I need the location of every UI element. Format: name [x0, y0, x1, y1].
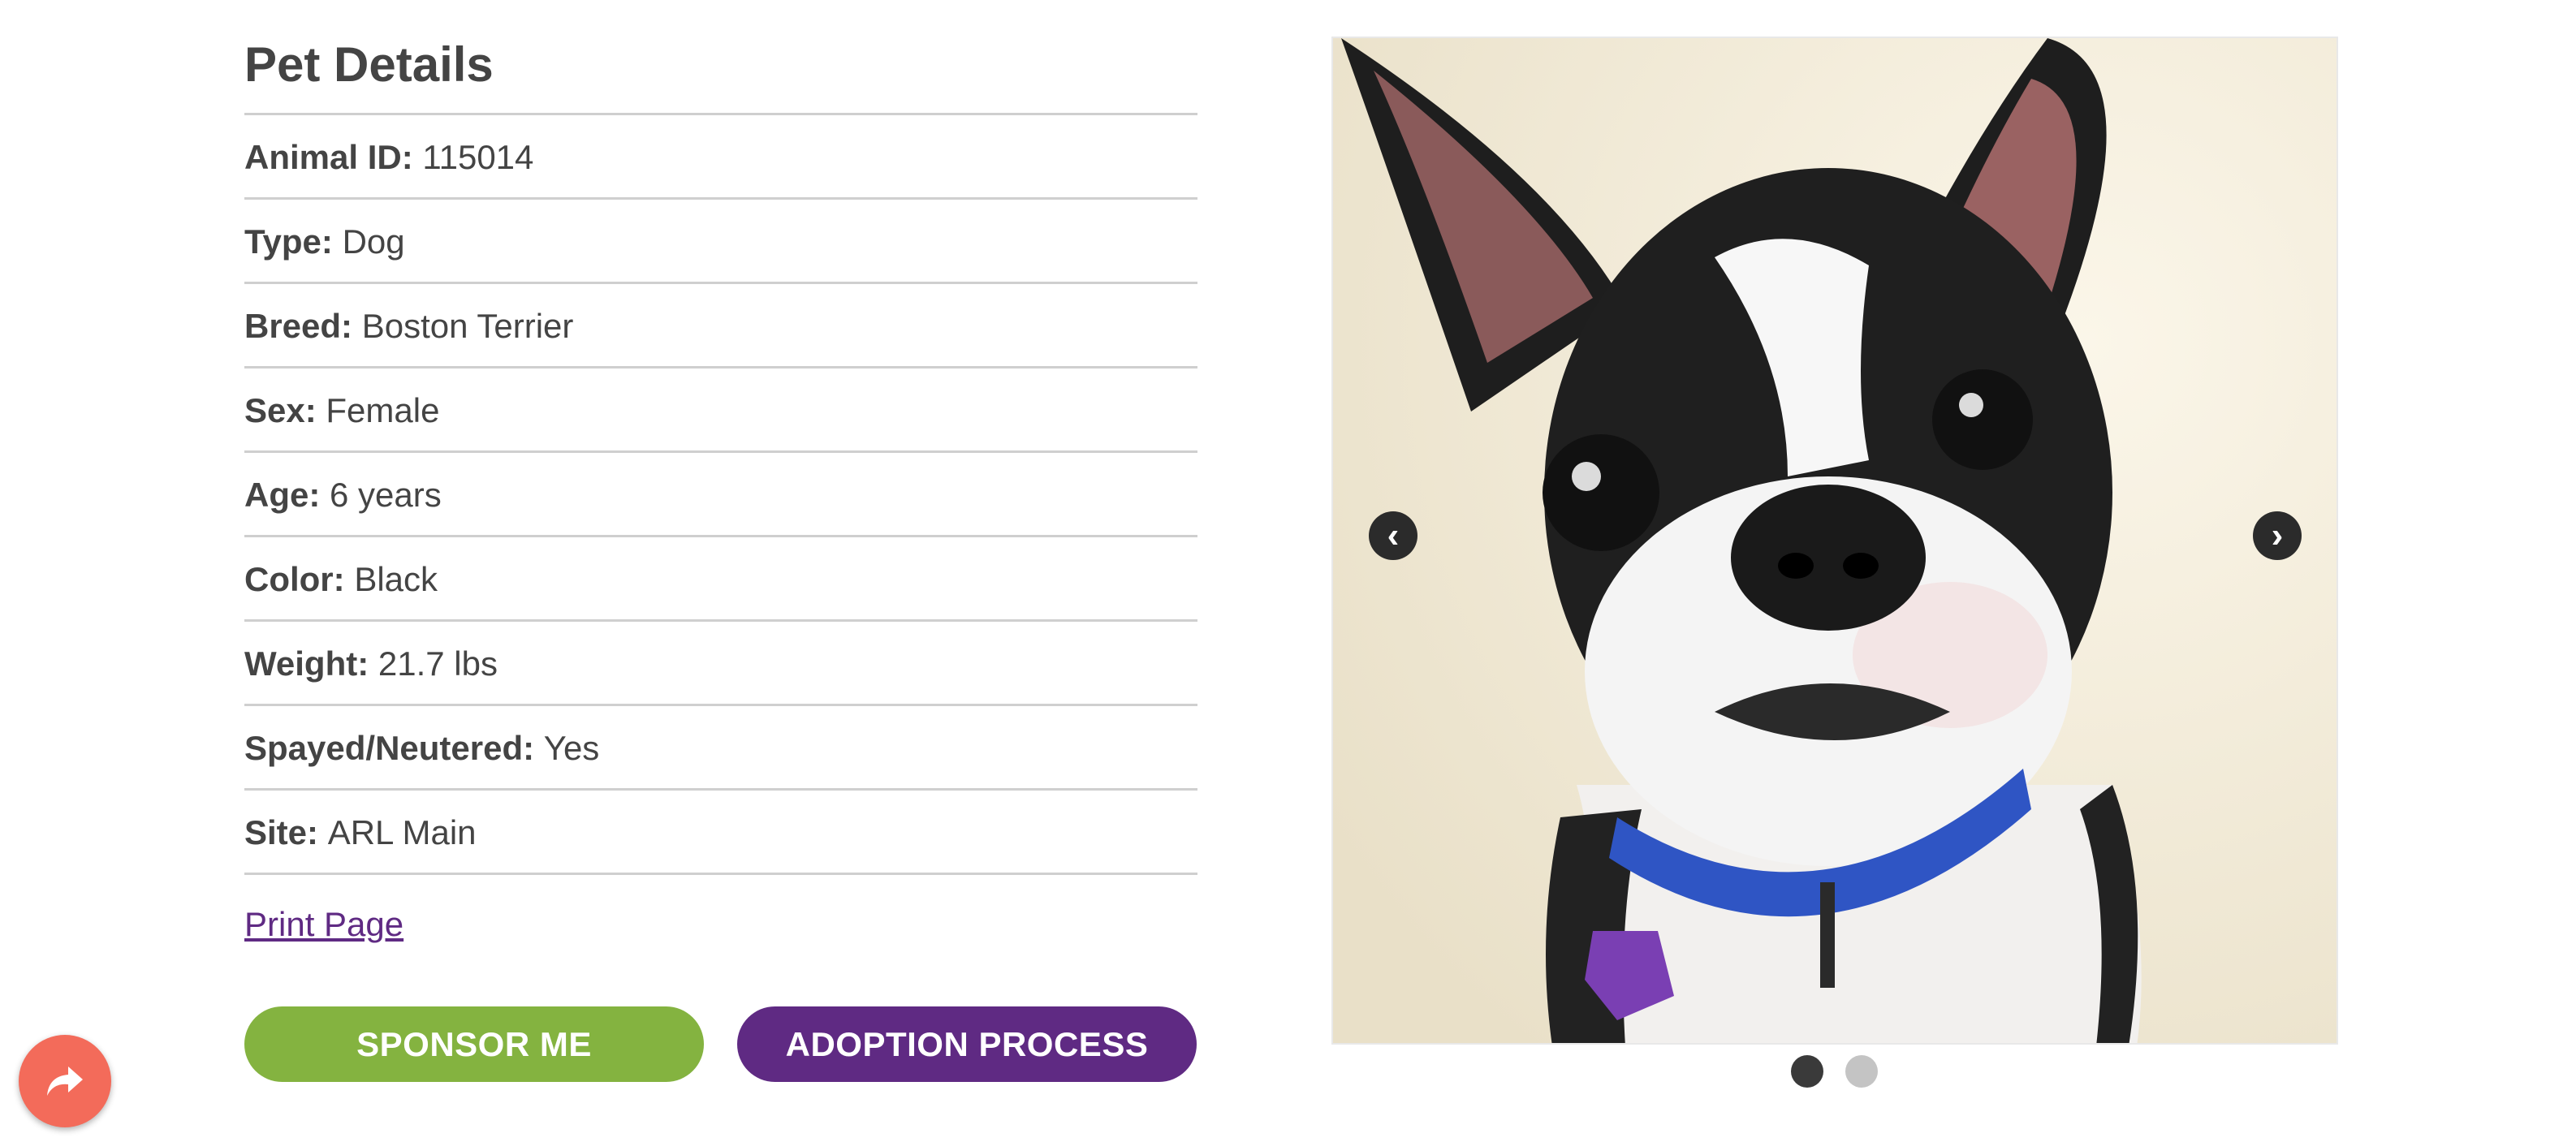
slider-dot-1[interactable] [1791, 1055, 1823, 1088]
detail-label: Type: [244, 222, 343, 261]
detail-value: Yes [543, 729, 600, 767]
detail-row-site: Site: ARL Main [244, 791, 1197, 875]
detail-value: Female [326, 391, 440, 429]
detail-label: Color: [244, 560, 355, 598]
detail-label: Age: [244, 476, 330, 514]
page-title: Pet Details [244, 24, 1197, 115]
detail-value: Boston Terrier [361, 307, 574, 345]
detail-value: Black [354, 560, 438, 598]
detail-label: Animal ID: [244, 138, 423, 176]
detail-value: 6 years [330, 476, 442, 514]
share-button[interactable] [19, 1035, 111, 1127]
pet-details-panel: Pet Details Animal ID: 115014 Type: Dog … [244, 24, 1197, 875]
share-arrow-icon [47, 1067, 83, 1096]
pet-photo [1333, 38, 2337, 1043]
detail-row-sex: Sex: Female [244, 368, 1197, 453]
detail-value: 115014 [422, 138, 534, 176]
detail-label: Site: [244, 813, 328, 851]
detail-label: Weight: [244, 644, 378, 683]
detail-value: Dog [342, 222, 405, 261]
detail-row-weight: Weight: 21.7 lbs [244, 622, 1197, 706]
detail-label: Sex: [244, 391, 326, 429]
detail-row-type: Type: Dog [244, 200, 1197, 284]
sponsor-me-button[interactable]: SPONSOR ME [244, 1006, 704, 1082]
detail-row-animal-id: Animal ID: 115014 [244, 115, 1197, 200]
detail-row-breed: Breed: Boston Terrier [244, 284, 1197, 368]
detail-label: Breed: [244, 307, 362, 345]
pet-photo-slider [1331, 37, 2338, 1045]
slider-dot-2[interactable] [1845, 1055, 1878, 1088]
detail-row-spayed-neutered: Spayed/Neutered: Yes [244, 706, 1197, 791]
print-page-link[interactable]: Print Page [244, 905, 403, 944]
adoption-process-button[interactable]: ADOPTION PROCESS [737, 1006, 1197, 1082]
detail-value: ARL Main [327, 813, 477, 851]
chevron-left-icon[interactable]: ‹ [1369, 511, 1417, 560]
detail-row-age: Age: 6 years [244, 453, 1197, 537]
detail-row-color: Color: Black [244, 537, 1197, 622]
detail-value: 21.7 lbs [378, 644, 498, 683]
chevron-right-icon[interactable]: › [2253, 511, 2302, 560]
detail-label: Spayed/Neutered: [244, 729, 544, 767]
